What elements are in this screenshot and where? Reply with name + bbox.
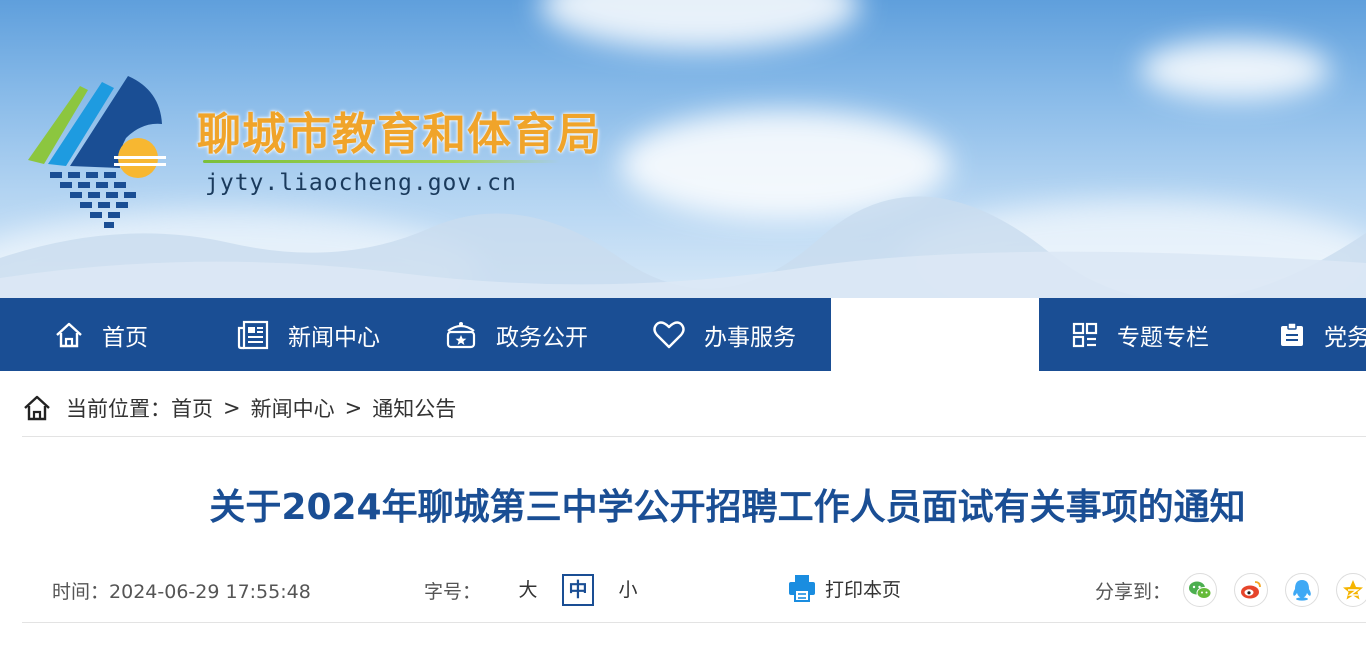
newspaper-icon: [237, 320, 269, 349]
nav-item-label: 党务: [1324, 324, 1366, 351]
printer-icon: [789, 575, 815, 602]
publish-time-value: 2024-06-29 17:55:48: [109, 581, 311, 603]
wechat-icon: [1189, 581, 1212, 599]
nav-item-government[interactable]: 政务公开: [444, 298, 588, 371]
cloud-decoration: [540, 0, 860, 50]
share-label: 分享到：: [1095, 580, 1172, 603]
nav-item-news[interactable]: 新闻中心: [236, 298, 380, 371]
site-domain: jyty.liaocheng.gov.cn: [205, 170, 517, 196]
breadcrumb-link-news[interactable]: 新闻中心: [251, 393, 335, 423]
site-title: 聊城市教育和体育局: [197, 109, 602, 160]
nav-item-services[interactable]: 办事服务: [652, 298, 796, 371]
header-banner: 聊城市教育和体育局 jyty.liaocheng.gov.cn: [0, 0, 1366, 298]
nav-item-party[interactable]: 党务: [1278, 298, 1366, 371]
nav-item-label: 办事服务: [704, 324, 796, 351]
breadcrumb-separator: >: [223, 396, 241, 420]
share-qq-button[interactable]: [1285, 573, 1320, 607]
qq-icon: [1293, 580, 1311, 601]
article-meta: 时间：2024-06-29 17:55:48 字号： 大 中 小 打印本页 分享…: [22, 560, 1366, 623]
grid-icon: [1072, 322, 1098, 347]
nav-item-label: 政务公开: [496, 324, 588, 351]
nav-item-active[interactable]: [831, 298, 1039, 371]
publish-time-label: 时间：: [52, 581, 110, 603]
cloud-decoration: [1140, 40, 1330, 100]
bureau-logo-icon: [28, 76, 166, 228]
title-underline: [203, 160, 560, 163]
breadcrumb-prefix: 当前位置：: [66, 397, 171, 421]
share-weibo-button[interactable]: [1234, 573, 1269, 607]
home-icon: [24, 395, 50, 421]
nav-item-home[interactable]: 首页: [54, 298, 148, 371]
breadcrumb-separator: >: [344, 396, 363, 420]
government-icon: [446, 321, 476, 348]
nav-item-topics[interactable]: 专题专栏: [1071, 298, 1209, 371]
print-button[interactable]: 打印本页: [787, 573, 901, 603]
font-size-small-button[interactable]: 小: [612, 574, 644, 606]
main-nav: 首页 新闻中心 政务公开 办事服务 专题专栏 党务: [0, 298, 1366, 371]
share-bar: 分享到：: [1095, 573, 1366, 607]
publish-time: 时间：2024-06-29 17:55:48: [52, 577, 311, 604]
nav-item-label: 首页: [102, 324, 148, 351]
font-size-label: 字号：: [424, 580, 482, 603]
share-wechat-button[interactable]: [1183, 573, 1218, 607]
share-qzone-button[interactable]: [1336, 573, 1366, 607]
home-icon: [56, 322, 82, 347]
font-size-large-button[interactable]: 大: [512, 574, 544, 606]
breadcrumb-link-home[interactable]: 首页: [171, 393, 213, 423]
qzone-icon: [1343, 580, 1364, 600]
breadcrumb-link-notices[interactable]: 通知公告: [372, 393, 456, 423]
font-size-selector: 字号： 大 中 小: [424, 574, 653, 606]
badge-icon: [1281, 321, 1303, 346]
nav-item-label: 专题专栏: [1117, 324, 1209, 351]
heart-icon: [653, 320, 685, 348]
weibo-icon: [1241, 581, 1261, 599]
mountain-silhouette: [0, 196, 1366, 298]
print-label: 打印本页: [825, 578, 902, 601]
nav-item-label: 新闻中心: [288, 324, 380, 351]
breadcrumb: 当前位置： 首页 > 新闻中心 > 通知公告: [22, 380, 1366, 437]
article-title: 关于2024年聊城第三中学公开招聘工作人员面试有关事项的通知: [209, 487, 1246, 528]
font-size-medium-button[interactable]: 中: [562, 574, 595, 606]
